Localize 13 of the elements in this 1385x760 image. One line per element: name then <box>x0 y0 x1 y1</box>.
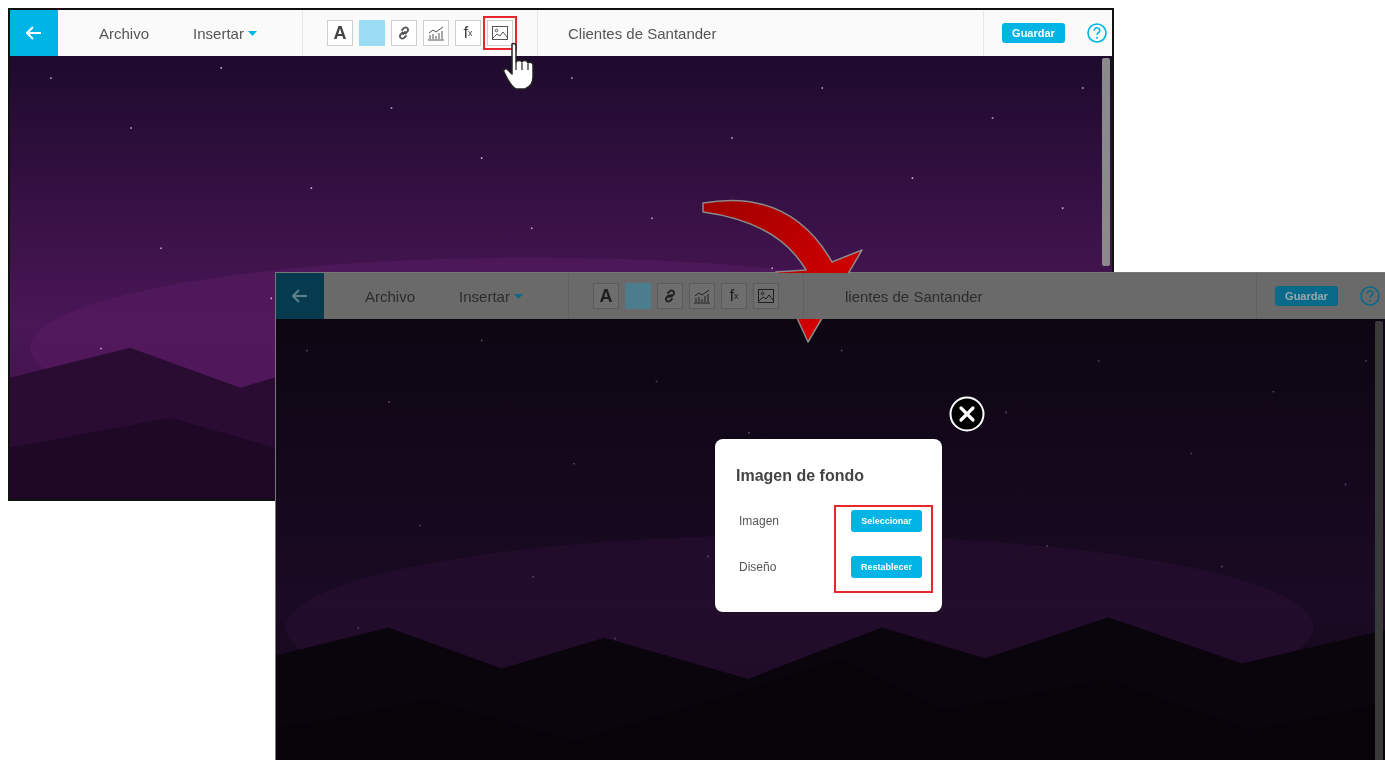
menu-item[interactable]: Archivo <box>365 287 416 305</box>
menu-item[interactable]: Archivo <box>99 24 150 42</box>
dialog-button[interactable]: Seleccionar <box>851 510 922 532</box>
dialog-button[interactable]: Restablecer <box>851 556 922 578</box>
menu-item[interactable]: Insertar <box>193 24 257 42</box>
save-button[interactable]: Guardar <box>1002 23 1065 43</box>
save-button[interactable]: Guardar <box>1275 286 1338 306</box>
field-label: Imagen <box>738 514 781 528</box>
field-label: Diseño <box>738 560 778 574</box>
text-tool-button[interactable]: A <box>593 283 619 309</box>
menu-item[interactable]: Insertar <box>459 287 523 305</box>
dialog-title: Imagen de fondo <box>736 467 865 485</box>
text-tool-button[interactable]: A <box>327 20 353 46</box>
